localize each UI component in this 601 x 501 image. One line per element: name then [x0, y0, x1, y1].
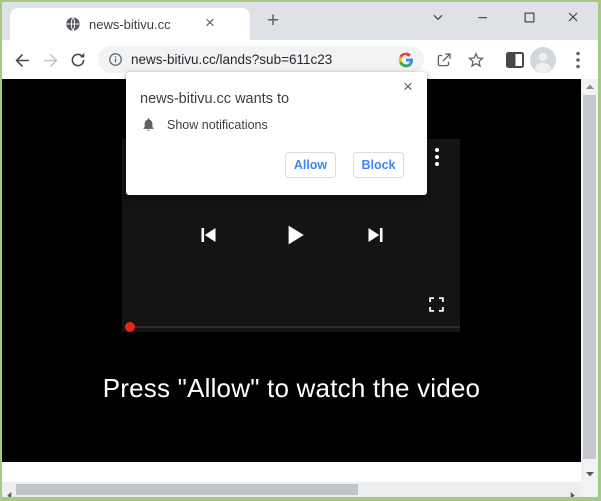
vertical-scroll-track[interactable]	[581, 94, 598, 467]
play-icon[interactable]	[281, 221, 309, 254]
tab-close-icon[interactable]: ×	[200, 13, 220, 33]
window-chevron-icon[interactable]	[426, 5, 450, 29]
scrollbar-corner	[581, 482, 598, 497]
player-menu-kebab-icon[interactable]	[435, 148, 441, 169]
progress-bar[interactable]	[128, 326, 460, 328]
scroll-down-icon[interactable]	[581, 467, 598, 482]
vertical-scroll-thumb[interactable]	[583, 95, 596, 459]
popup-title: news-bitivu.cc wants to	[140, 91, 289, 107]
vm-frame: news-bitivu.cc × +	[0, 0, 601, 501]
permission-label: Show notifications	[167, 118, 268, 132]
back-icon[interactable]	[10, 48, 34, 72]
progress-handle[interactable]	[125, 322, 135, 332]
share-icon[interactable]	[432, 48, 456, 72]
bell-icon	[141, 117, 156, 132]
tab-title: news-bitivu.cc	[89, 17, 171, 32]
profile-avatar[interactable]	[530, 48, 556, 72]
bookmark-star-icon[interactable]	[464, 48, 488, 72]
url-text[interactable]: news-bitivu.cc/lands?sub=611c23	[131, 52, 398, 67]
notification-permission-popup: × news-bitivu.cc wants to Show notificat…	[126, 72, 427, 195]
menu-kebab-icon[interactable]	[566, 48, 590, 72]
page-bottom-gap	[2, 462, 581, 482]
google-g-icon[interactable]	[398, 52, 414, 68]
next-track-icon[interactable]	[364, 223, 388, 252]
popup-close-icon[interactable]: ×	[398, 77, 418, 97]
side-panel-icon[interactable]	[503, 48, 527, 72]
horizontal-scroll-thumb[interactable]	[16, 484, 358, 495]
block-button[interactable]: Block	[353, 152, 404, 178]
new-tab-button[interactable]: +	[261, 9, 285, 33]
allow-message-text: Press "Allow" to watch the video	[2, 373, 581, 404]
scroll-up-icon[interactable]	[581, 79, 598, 94]
window-close-icon[interactable]	[561, 5, 585, 29]
url-bar[interactable]: news-bitivu.cc/lands?sub=611c23	[98, 46, 424, 73]
reload-icon[interactable]	[66, 48, 90, 72]
browser-window: news-bitivu.cc × +	[2, 2, 598, 497]
scroll-left-icon[interactable]	[6, 486, 13, 497]
permission-row: Show notifications	[141, 117, 268, 132]
globe-favicon-icon	[65, 16, 81, 32]
vertical-scrollbar[interactable]	[581, 79, 598, 497]
fullscreen-icon[interactable]	[428, 296, 445, 318]
window-minimize-icon[interactable]	[471, 5, 495, 29]
window-maximize-icon[interactable]	[517, 5, 541, 29]
titlebar: news-bitivu.cc × +	[2, 2, 598, 40]
info-icon[interactable]	[108, 52, 123, 67]
previous-track-icon[interactable]	[196, 223, 220, 252]
scroll-right-icon[interactable]	[569, 486, 576, 497]
horizontal-scrollbar[interactable]	[2, 482, 581, 497]
browser-tab[interactable]: news-bitivu.cc ×	[10, 8, 250, 40]
forward-icon[interactable]	[38, 48, 62, 72]
allow-button[interactable]: Allow	[285, 152, 336, 178]
